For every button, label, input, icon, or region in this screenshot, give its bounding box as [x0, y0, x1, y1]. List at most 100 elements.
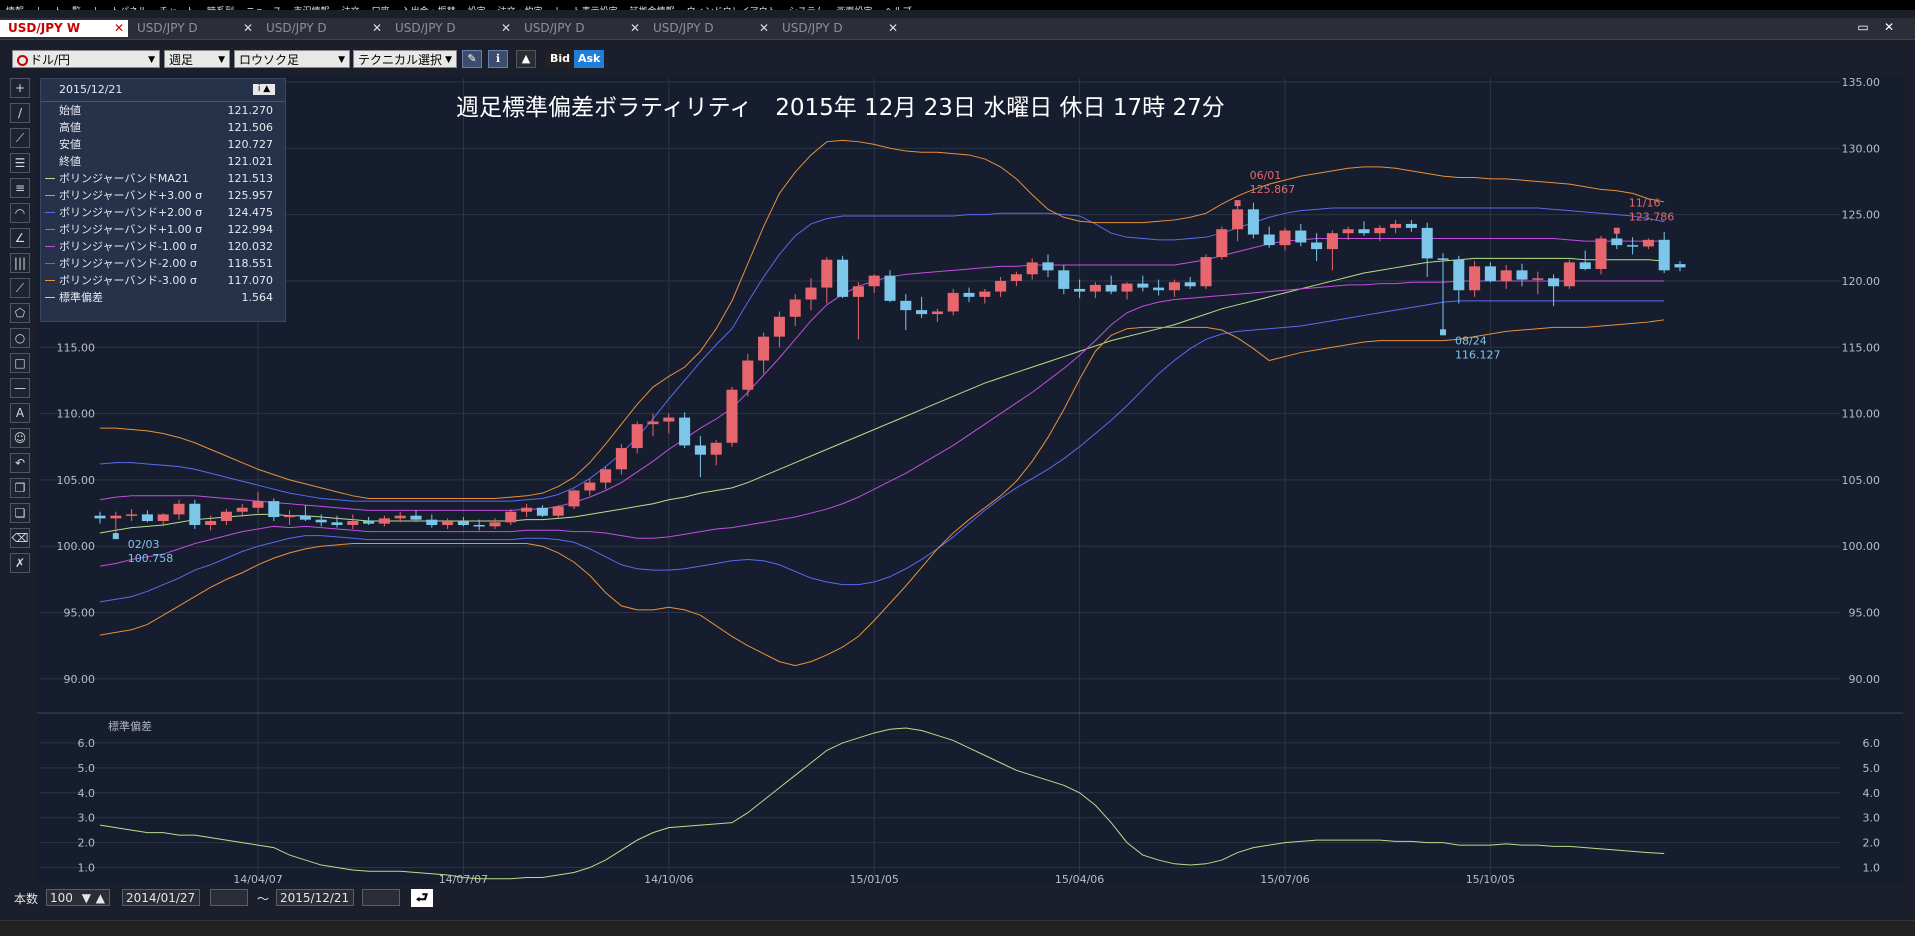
chart-title: 週足標準偏差ボラティリティ 2015年 12月 23日 水曜日 休日 17時 2…: [456, 95, 1225, 121]
info-row: 始値 121.270: [41, 102, 285, 119]
info-row: ボリンジャーバンド-3.00 σ 117.070: [41, 272, 285, 289]
candle-body: [1121, 283, 1133, 292]
count-select[interactable]: 100 ▼ ▲: [46, 889, 110, 906]
info-collapse-icon[interactable]: i ▲: [253, 84, 275, 95]
x-tick-label: 15/01/05: [849, 873, 898, 885]
info-row: 終値 121.021: [41, 153, 285, 170]
candle-body: [157, 514, 169, 522]
candle-body: [600, 469, 612, 483]
candle-body: [584, 482, 596, 491]
series-swatch: [45, 280, 55, 281]
chart-area[interactable]: 135.00135.00130.00130.00125.00125.00120.…: [0, 0, 1915, 885]
y-tick-label-right: 90.00: [1849, 673, 1881, 686]
info-value: 120.032: [227, 240, 274, 253]
sub-y-tick-right: 6.0: [1863, 737, 1881, 750]
candle-body: [1469, 266, 1481, 291]
info-row: ボリンジャーバンドMA21 121.513: [41, 170, 285, 187]
candle-body: [1247, 209, 1259, 235]
candle-body: [1089, 284, 1101, 292]
candle-body: [758, 336, 770, 361]
info-row: ボリンジャーバンド-1.00 σ 120.032: [41, 238, 285, 255]
candle-body: [742, 360, 754, 390]
info-row: ボリンジャーバンド-2.00 σ 118.551: [41, 255, 285, 272]
candle-body: [315, 519, 327, 523]
to-time-field[interactable]: [362, 889, 400, 906]
candle-body: [568, 490, 580, 507]
candle-body: [805, 287, 817, 300]
info-value: 120.727: [227, 138, 274, 151]
info-panel-header: 2015/12/21 i ▲: [41, 79, 285, 102]
annotation-date: 11/16: [1629, 197, 1661, 210]
x-tick-label: 15/04/06: [1055, 873, 1104, 885]
candle-body: [268, 501, 280, 518]
candle-body: [1058, 270, 1070, 289]
to-date-field[interactable]: 2015/12/21: [276, 889, 354, 906]
candle-body: [1421, 227, 1433, 259]
candle-body: [916, 310, 928, 315]
candle-body: [394, 515, 406, 519]
candle-body: [647, 421, 659, 425]
candle-body: [1216, 229, 1228, 258]
info-label: ボリンジャーバンドMA21: [59, 172, 189, 185]
candle-body: [773, 316, 785, 337]
annotation-value: 123.786: [1629, 211, 1675, 224]
info-label: ボリンジャーバンド-1.00 σ: [59, 240, 197, 253]
y-tick-label-left: 105.00: [57, 474, 96, 487]
sub-y-tick-left: 4.0: [78, 787, 96, 800]
candle-body: [363, 521, 375, 524]
candle-body: [331, 522, 343, 525]
candle-body: [1563, 262, 1575, 287]
candle-body: [963, 292, 975, 297]
candle-body: [220, 511, 232, 522]
annotation-value: 116.127: [1455, 348, 1501, 361]
series-swatch: [45, 297, 55, 298]
info-label: 始値: [59, 104, 81, 117]
candle-body: [1390, 223, 1402, 228]
candle-body: [473, 524, 485, 527]
candle-body: [995, 280, 1007, 292]
from-date-field[interactable]: 2014/01/27: [122, 889, 200, 906]
annotation-marker: [1613, 227, 1620, 234]
candle-body: [94, 515, 106, 519]
y-tick-label-right: 110.00: [1842, 408, 1881, 421]
candle-body: [1153, 287, 1165, 291]
candle-body: [1279, 230, 1291, 246]
candle-body: [631, 424, 643, 449]
chevron-up-icon: ▲: [95, 891, 105, 905]
series-swatch: [45, 212, 55, 213]
candle-body: [1500, 270, 1512, 281]
candle-body: [615, 448, 627, 470]
count-value: 100: [50, 891, 73, 905]
candle-body: [1453, 259, 1465, 291]
y-tick-label-right: 100.00: [1842, 540, 1881, 553]
sub-y-tick-left: 3.0: [78, 812, 96, 825]
info-row: 安値 120.727: [41, 136, 285, 153]
candle-body: [299, 515, 311, 520]
info-row: ボリンジャーバンド+3.00 σ 125.957: [41, 187, 285, 204]
info-value: 117.070: [227, 274, 274, 287]
candle-body: [1579, 262, 1591, 270]
from-time-field[interactable]: [210, 889, 248, 906]
candle-body: [868, 275, 880, 287]
annotation-value: 125.867: [1250, 183, 1296, 196]
annotation-value: 100.758: [128, 552, 174, 565]
candle-body: [900, 300, 912, 311]
candle-body: [947, 292, 959, 312]
candle-body: [521, 507, 533, 512]
series-swatch: [45, 178, 55, 179]
candle-body: [236, 507, 248, 512]
sub-y-tick-left: 5.0: [78, 762, 96, 775]
candle-body: [378, 518, 390, 524]
candle-body: [1374, 227, 1386, 234]
info-label: 高値: [59, 121, 81, 134]
y-tick-label-right: 135.00: [1842, 76, 1881, 89]
apply-range-button[interactable]: ⮐: [411, 889, 433, 907]
y-tick-label-left: 95.00: [64, 607, 96, 620]
candle-body: [1326, 233, 1338, 250]
candle-body: [1548, 278, 1560, 287]
candle-body: [710, 442, 722, 455]
candle-body: [1437, 258, 1449, 260]
series-swatch: [45, 263, 55, 264]
candle-body: [1642, 239, 1654, 247]
sub-y-tick-right: 5.0: [1863, 762, 1881, 775]
